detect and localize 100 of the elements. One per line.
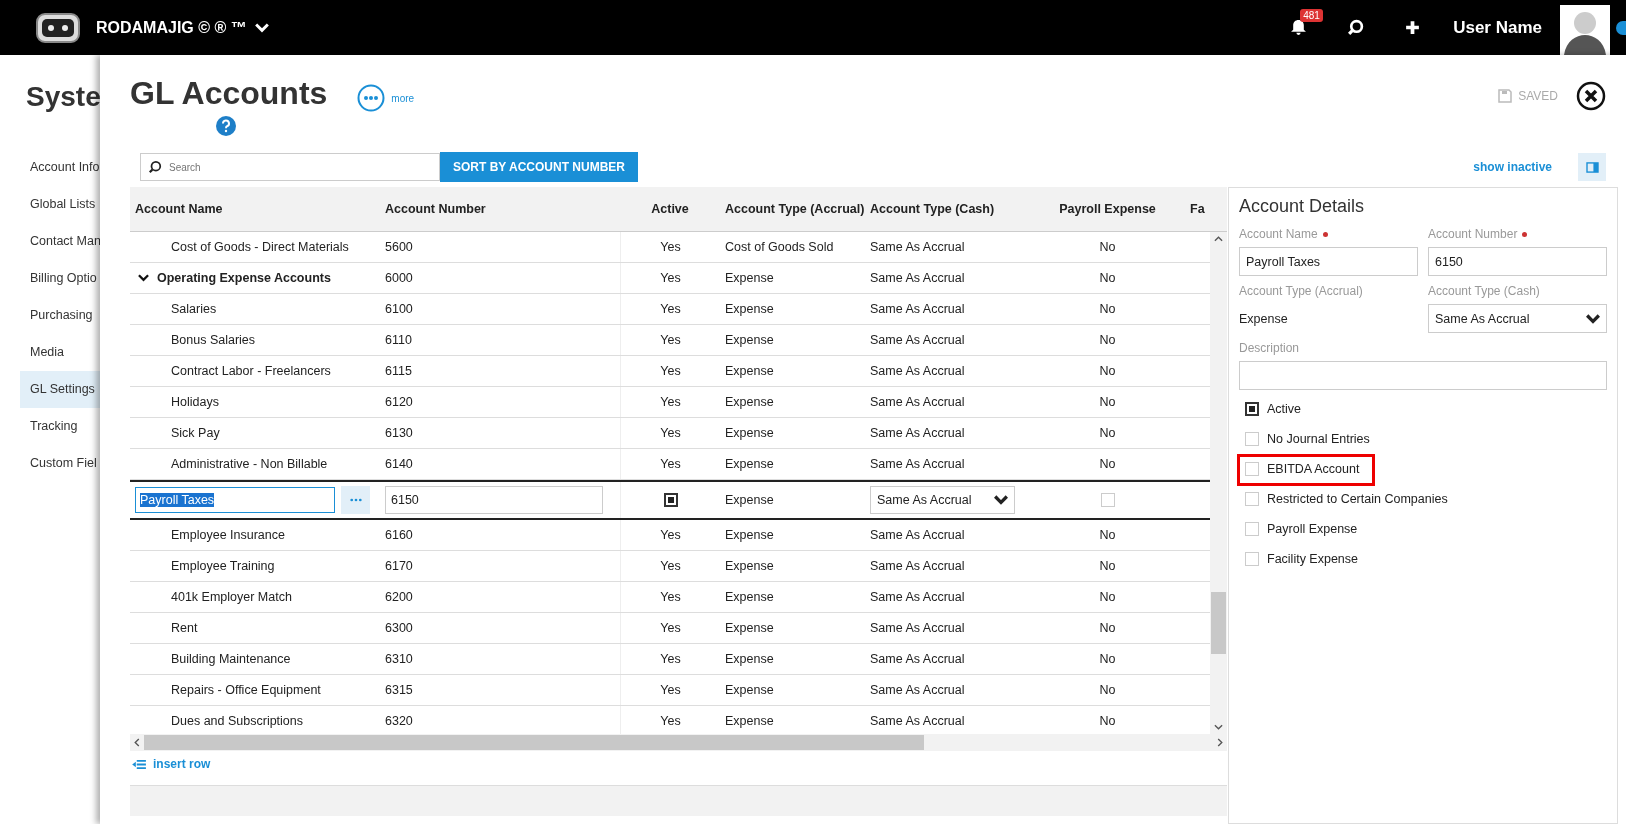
table-cell: Yes xyxy=(660,714,681,728)
table-cell: Expense xyxy=(725,528,774,542)
table-cell: No xyxy=(1099,652,1116,666)
panel-title: Account Details xyxy=(1239,196,1366,217)
chevron-icon xyxy=(1586,313,1600,324)
field-label: Account Number xyxy=(1428,227,1607,241)
table-cell: No xyxy=(1099,426,1116,440)
description-field[interactable] xyxy=(1239,361,1607,390)
table-cell: 6320 xyxy=(385,714,413,728)
table-cell-text: 401k Employer Match xyxy=(170,590,292,604)
table-cell: No xyxy=(1099,333,1116,347)
sidebar-item[interactable]: Tracking xyxy=(20,408,100,445)
table-cell: Same As Accrual xyxy=(870,652,965,666)
checkbox[interactable] xyxy=(663,493,678,507)
account-name-input[interactable]: Payroll Taxes xyxy=(135,487,335,513)
search-field[interactable]: Search xyxy=(140,153,440,181)
scroll-down-icon[interactable] xyxy=(1214,724,1223,730)
table-cell: No xyxy=(1099,590,1116,604)
table-cell: 6310 xyxy=(385,652,413,666)
table-cell: Expense xyxy=(725,364,774,378)
horizontal-scrollbar[interactable] xyxy=(130,734,1227,751)
vertical-scrollbar[interactable] xyxy=(1210,232,1227,734)
sidebar-item[interactable]: Contact Man xyxy=(20,223,100,260)
sidebar-item[interactable]: Custom Fiel xyxy=(20,445,100,482)
sidebar-item[interactable]: Media xyxy=(20,334,100,371)
table-cell: Expense xyxy=(725,333,774,347)
field-value: Expense xyxy=(1239,310,1289,328)
account-number-field[interactable]: 6150 xyxy=(1428,247,1607,276)
table-cell: 6110 xyxy=(385,333,412,347)
sidebar-item[interactable]: Global Lists xyxy=(20,186,100,223)
chevron-icon xyxy=(254,22,269,33)
scrollbar-thumb[interactable] xyxy=(1211,592,1226,654)
column-header[interactable]: Payroll Expense xyxy=(1030,202,1185,216)
scroll-right-icon[interactable] xyxy=(1217,738,1223,747)
column-header[interactable]: Account Name xyxy=(130,202,380,216)
column-header[interactable]: Account Type (Accrual) xyxy=(720,202,865,216)
search-icon[interactable] xyxy=(1347,19,1365,36)
help-icon[interactable] xyxy=(216,116,236,136)
table-cell: No xyxy=(1099,395,1116,409)
sidebar-item[interactable]: Account Info xyxy=(20,149,100,186)
scroll-up-icon[interactable] xyxy=(1214,236,1223,242)
column-header[interactable]: Account Number xyxy=(380,202,620,216)
table-cell: Same As Accrual xyxy=(870,528,965,542)
column-header[interactable]: Active xyxy=(620,202,720,216)
table-cell: Same As Accrual xyxy=(870,240,965,254)
table-cell: Expense xyxy=(725,395,774,409)
page-title: Syste xyxy=(26,81,100,113)
cash-type-select[interactable]: Same As Accrual xyxy=(870,486,1015,514)
table-cell: Yes xyxy=(660,559,681,573)
table-cell: Same As Accrual xyxy=(870,395,965,409)
insert-row-link[interactable]: insert row xyxy=(130,751,1227,777)
avatar-icon[interactable] xyxy=(1560,5,1610,55)
scrollbar-thumb[interactable] xyxy=(144,735,924,750)
more-button[interactable]: more xyxy=(357,84,415,112)
table-cell: No xyxy=(1099,714,1116,728)
chevron-icon[interactable] xyxy=(138,274,149,282)
table-cell-text: Repairs - Office Equipment xyxy=(170,683,321,697)
table-cell: Expense xyxy=(725,714,774,728)
column-header[interactable]: Account Type (Cash) xyxy=(865,202,1030,216)
table-cell: No xyxy=(1099,621,1116,635)
table-cell: Expense xyxy=(725,590,774,604)
checkbox-label: Facility Expense xyxy=(1267,552,1358,566)
table-cell: Expense xyxy=(725,271,774,285)
scroll-left-icon[interactable] xyxy=(134,738,140,747)
field-label: Account Name xyxy=(1239,227,1418,241)
sidebar-item[interactable]: Purchasing xyxy=(20,297,100,334)
panel-toggle-button[interactable] xyxy=(1578,153,1606,181)
table-cell: 6120 xyxy=(385,395,413,409)
table-cell: No xyxy=(1099,528,1116,542)
close-icon[interactable] xyxy=(1576,81,1606,111)
table-cell: Yes xyxy=(660,528,681,542)
table-cell: Expense xyxy=(725,652,774,666)
robot-logo-icon[interactable] xyxy=(36,12,80,43)
table-cell: 6115 xyxy=(385,364,412,378)
side-panel-icon xyxy=(1585,161,1599,173)
sidebar-item[interactable]: Billing Optio xyxy=(20,260,100,297)
account-name-field[interactable]: Payroll Taxes xyxy=(1239,247,1418,276)
notification-count: 481 xyxy=(1300,9,1323,22)
table-cell: No xyxy=(1099,559,1116,573)
table-cell: 6100 xyxy=(385,302,413,316)
bell-icon[interactable] xyxy=(1290,19,1308,36)
table-cell-text: Dues and Subscriptions xyxy=(170,714,304,728)
account-number-input[interactable]: 6150 xyxy=(385,486,603,514)
cash-type-select[interactable]: Same As Accrual xyxy=(1428,304,1607,333)
dialog-title: GL Accounts xyxy=(130,75,328,112)
sort-button[interactable]: SORT BY ACCOUNT NUMBER xyxy=(440,152,638,182)
company-menu[interactable]: RODAMAJIG © ® ™ xyxy=(96,18,269,37)
user-name[interactable]: User Name xyxy=(1453,17,1542,38)
field-label: Account Type (Cash) xyxy=(1428,284,1541,298)
table-cell: Yes xyxy=(660,683,681,697)
plus-icon[interactable] xyxy=(1404,19,1422,36)
table-cell-text: Contract Labor - Freelancers xyxy=(170,364,331,378)
checkbox[interactable] xyxy=(1245,402,1259,416)
column-header[interactable]: Fa xyxy=(1185,202,1210,216)
table-cell: Same As Accrual xyxy=(870,271,965,285)
table-cell: Expense xyxy=(725,302,774,316)
ellipsis-icon xyxy=(349,498,362,502)
table-cell: No xyxy=(1099,302,1116,316)
sidebar-item[interactable]: GL Settings xyxy=(20,371,100,408)
insert-row-icon xyxy=(132,758,147,770)
